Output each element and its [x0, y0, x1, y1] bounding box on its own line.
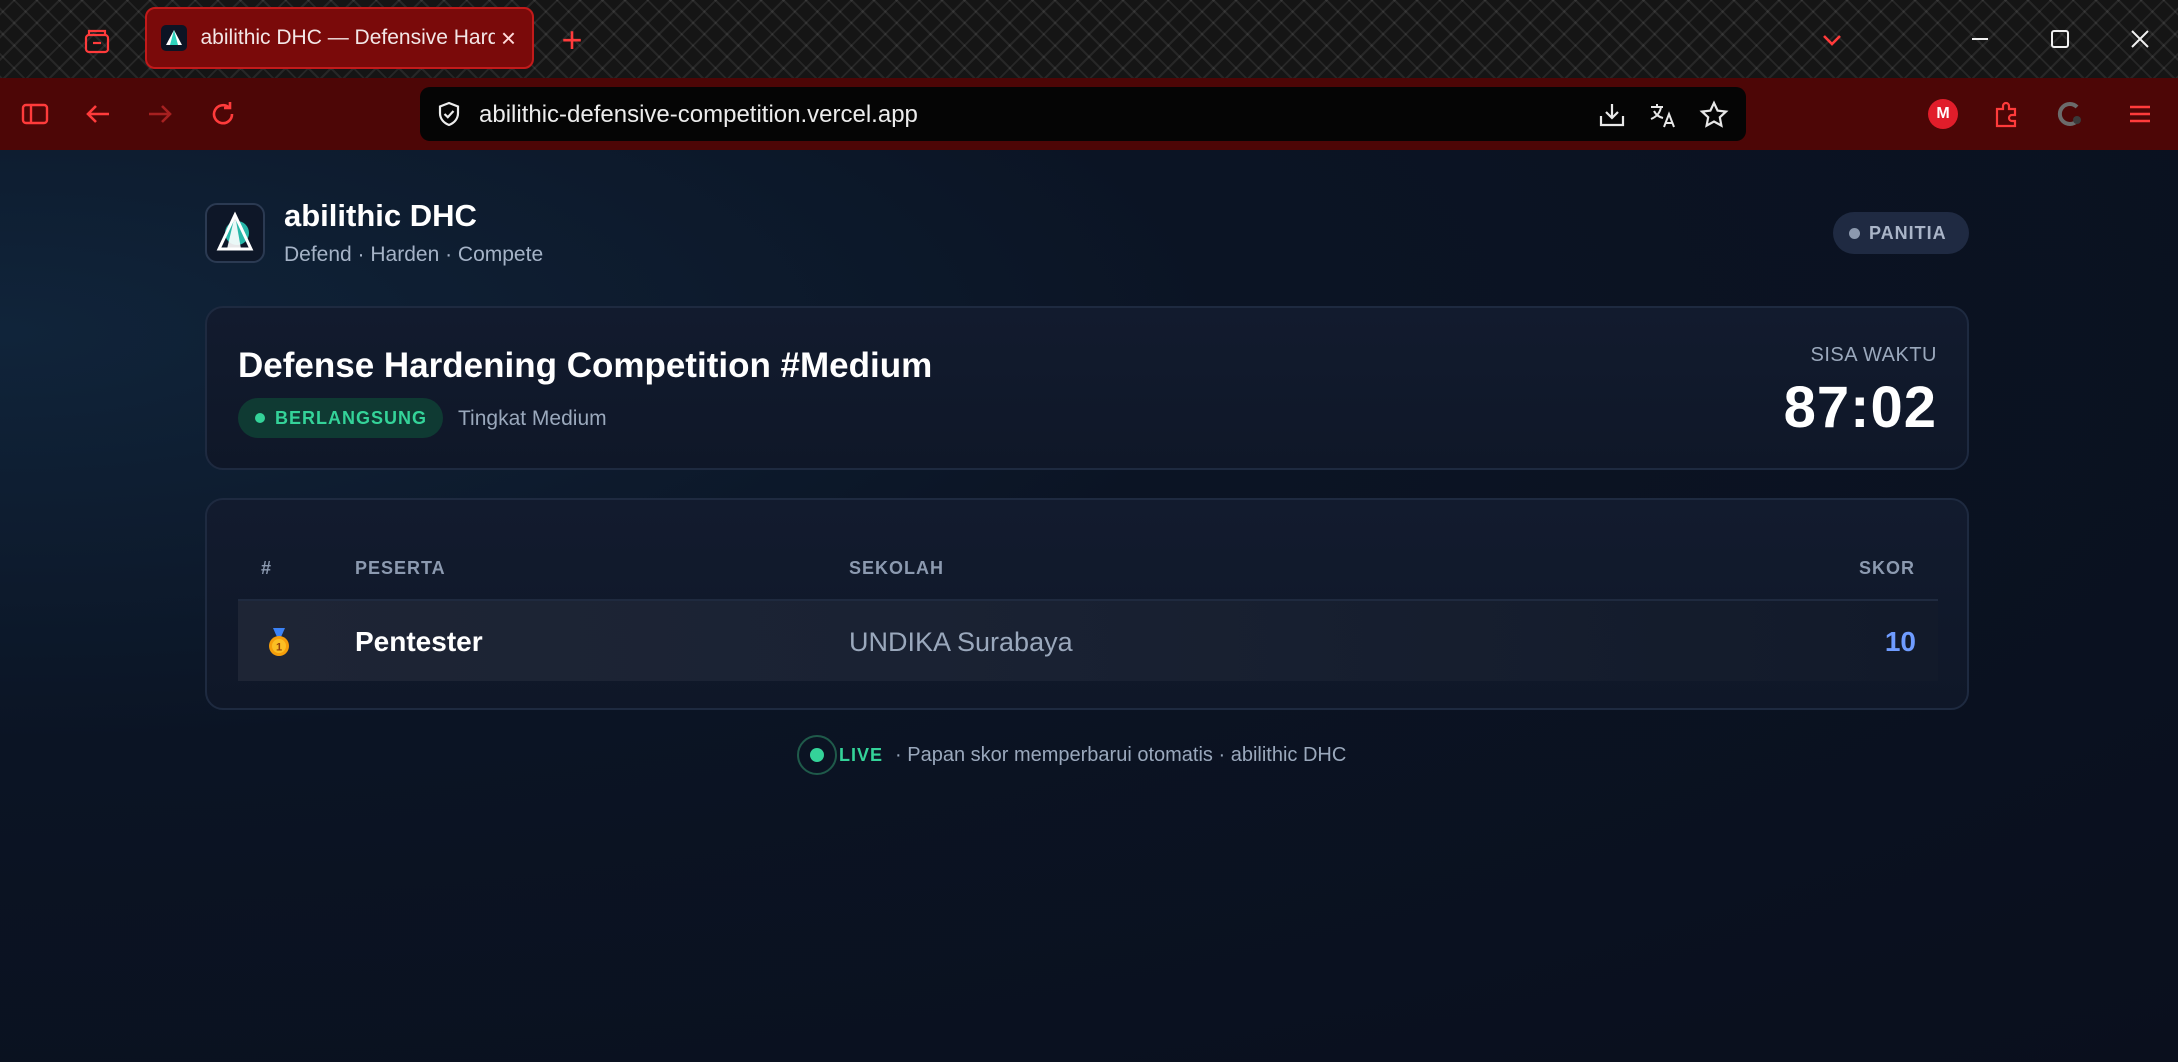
- close-icon[interactable]: [2117, 16, 2163, 62]
- menu-icon[interactable]: [2119, 93, 2161, 135]
- live-label: LIVE: [839, 744, 884, 765]
- participant-name: Pentester: [355, 626, 483, 657]
- translate-icon[interactable]: [1646, 98, 1680, 132]
- competition-level: Tingkat Medium: [458, 407, 607, 430]
- extension-c-icon[interactable]: [2049, 93, 2091, 135]
- role-badge: PANITIA: [1833, 212, 1969, 254]
- live-footer: LIVE · Papan skor memperbarui otomatis ·…: [797, 734, 1346, 776]
- tab-groups-icon[interactable]: [78, 22, 116, 60]
- participant-school: UNDIKA Surabaya: [849, 627, 1073, 657]
- competition-title: Defense Hardening Competition #Medium: [238, 346, 933, 385]
- brand-name: abilithic DHC: [284, 198, 477, 233]
- brand-logo-icon: [205, 203, 265, 263]
- url-bar[interactable]: abilithic-defensive-competition.vercel.a…: [420, 87, 1746, 141]
- column-header-school: SEKOLAH: [849, 558, 945, 578]
- tab-title: abilithic DHC — Defensive Hardening Comp…: [200, 26, 495, 49]
- sidebar-icon[interactable]: [14, 93, 56, 135]
- table-row[interactable]: 1 Pentester UNDIKA Surabaya 10: [238, 601, 1938, 681]
- maximize-icon[interactable]: [2037, 16, 2083, 62]
- url-text[interactable]: abilithic-defensive-competition.vercel.a…: [479, 101, 918, 129]
- tab-strip: abilithic DHC — Defensive Hardening Comp…: [0, 0, 2178, 78]
- brand-tagline: Defend · Harden · Compete: [284, 243, 544, 266]
- column-header-score: SKOR: [1858, 558, 1915, 578]
- gold-medal-icon: 1: [264, 627, 294, 657]
- participant-score: 10: [1884, 626, 1916, 657]
- new-tab-icon: +: [561, 19, 583, 60]
- footer-text: · Papan skor memperbarui otomatis · abil…: [895, 743, 1347, 766]
- list-tabs-icon[interactable]: [1812, 20, 1852, 60]
- tab-close-button[interactable]: ×: [501, 23, 516, 54]
- extensions-icon[interactable]: [1985, 93, 2027, 135]
- timer-value: 87:02: [1783, 375, 1937, 440]
- role-dot-icon: [1849, 227, 1860, 239]
- active-tab[interactable]: abilithic DHC — Defensive Hardening Comp…: [145, 7, 534, 69]
- site-favicon-icon: [161, 25, 187, 51]
- download-icon[interactable]: [1595, 98, 1629, 132]
- role-label: PANITIA: [1869, 222, 1947, 243]
- status-dot-icon: [255, 413, 265, 423]
- svg-text:1: 1: [276, 642, 282, 654]
- status-label: BERLANGSUNG: [275, 407, 428, 428]
- navigation-bar: abilithic-defensive-competition.vercel.a…: [0, 78, 2178, 150]
- back-icon[interactable]: [77, 93, 119, 135]
- minimize-icon[interactable]: [1957, 16, 2003, 62]
- live-indicator-icon: [797, 735, 837, 775]
- column-header-rank: #: [261, 558, 273, 578]
- forward-icon[interactable]: [139, 93, 181, 135]
- status-badge: BERLANGSUNG: [238, 398, 443, 438]
- reload-icon[interactable]: [202, 93, 244, 135]
- timer-label: SISA WAKTU: [1810, 344, 1937, 366]
- profile-initial: M: [1936, 105, 1950, 122]
- scoreboard-page: abilithic DHC Defend · Harden · Compete …: [0, 150, 2178, 1062]
- scoreboard-card: # PESERTA SEKOLAH SKOR 1 Pentester UNDIK…: [205, 498, 1969, 710]
- shield-icon[interactable]: [434, 99, 464, 129]
- profile-avatar[interactable]: M: [1922, 93, 1964, 135]
- competition-card: Defense Hardening Competition #Medium BE…: [205, 306, 1969, 470]
- new-tab-button[interactable]: +: [552, 20, 592, 60]
- star-icon[interactable]: [1697, 98, 1731, 132]
- column-header-participant: PESERTA: [355, 558, 446, 578]
